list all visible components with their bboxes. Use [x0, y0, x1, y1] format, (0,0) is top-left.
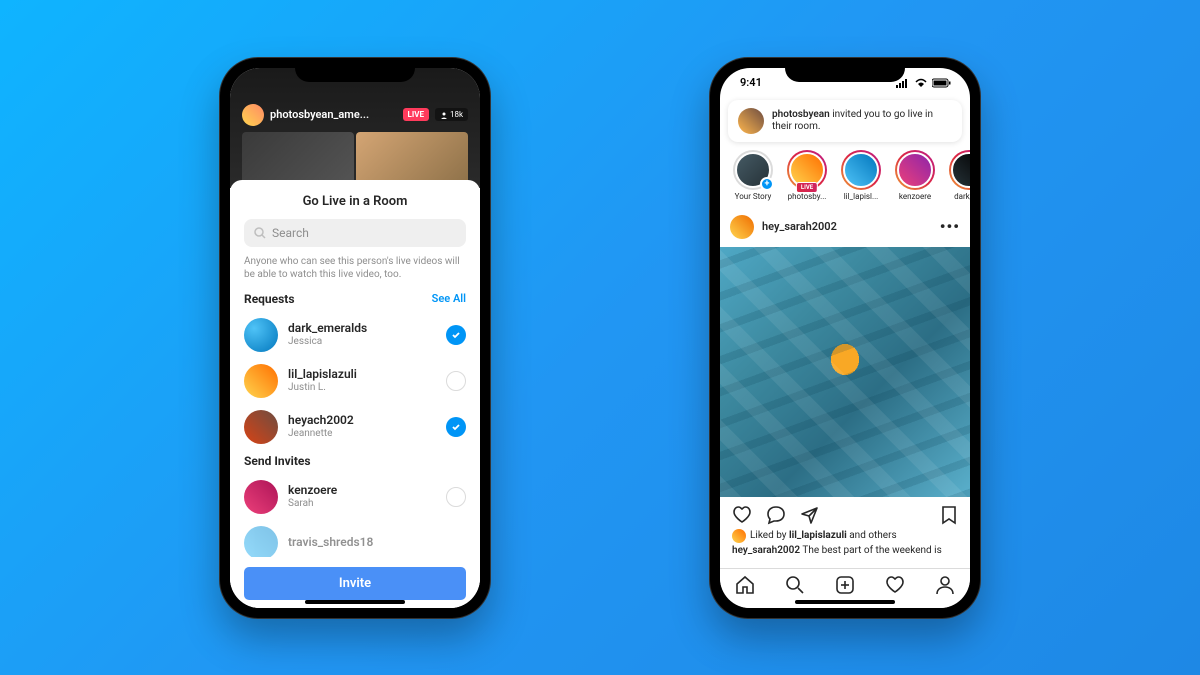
select-checkbox[interactable]	[446, 371, 466, 391]
search-tab-icon[interactable]	[784, 574, 806, 596]
story-item[interactable]: kenzoere	[892, 150, 938, 201]
your-story[interactable]: + Your Story	[730, 150, 776, 201]
home-indicator[interactable]	[795, 600, 895, 604]
profile-tab-icon[interactable]	[934, 574, 956, 596]
post-author-avatar[interactable]	[730, 215, 754, 239]
notification-text: photosbyean invited you to go live in th…	[772, 109, 952, 133]
user-avatar	[244, 480, 278, 514]
comment-icon[interactable]	[766, 505, 786, 525]
bookmark-icon[interactable]	[940, 505, 958, 525]
stories-tray[interactable]: + Your Story LIVE photosby... lil_lapisl…	[720, 148, 970, 207]
search-input[interactable]: Search	[244, 219, 466, 247]
request-row[interactable]: dark_emeraldsJessica	[244, 312, 466, 358]
create-tab-icon[interactable]	[834, 574, 856, 596]
go-live-sheet: Go Live in a Room Search Anyone who can …	[230, 180, 480, 608]
post-actions	[720, 497, 970, 529]
activity-tab-icon[interactable]	[884, 574, 906, 596]
user-avatar	[244, 526, 278, 560]
invite-username: kenzoere	[288, 484, 436, 498]
sheet-title: Go Live in a Room	[244, 194, 466, 209]
invite-button[interactable]: Invite	[244, 567, 466, 600]
request-username: dark_emeralds	[288, 322, 436, 336]
post-image[interactable]	[720, 247, 970, 497]
post-likes[interactable]: Liked by lil_lapislazuli and others	[720, 529, 970, 543]
like-icon[interactable]	[732, 505, 752, 525]
see-all-link[interactable]: See All	[432, 292, 466, 305]
user-avatar	[244, 318, 278, 352]
request-fullname: Justin L.	[288, 382, 436, 393]
home-indicator[interactable]	[305, 600, 405, 604]
invite-fullname: Sarah	[288, 498, 436, 509]
story-item[interactable]: dark_e...	[946, 150, 970, 201]
live-badge: LIVE	[796, 182, 818, 193]
home-tab-icon[interactable]	[734, 574, 756, 596]
share-icon[interactable]	[800, 505, 820, 525]
live-host-avatar[interactable]	[242, 104, 264, 126]
live-invite-notification[interactable]: photosbyean invited you to go live in th…	[728, 100, 962, 142]
section-invites-title: Send Invites	[244, 454, 311, 468]
battery-icon	[932, 78, 952, 88]
request-row[interactable]: heyach2002Jeannette	[244, 404, 466, 450]
request-fullname: Jessica	[288, 336, 436, 347]
post-header: hey_sarah2002 •••	[720, 207, 970, 247]
live-badge: LIVE	[403, 108, 429, 121]
notification-avatar	[738, 108, 764, 134]
phone-left: 9:41 photosbyean_ame... LIVE 18k Go Live…	[220, 58, 490, 618]
request-username: heyach2002	[288, 414, 436, 428]
viewer-count: 18k	[435, 108, 468, 121]
phone-notch	[295, 58, 415, 82]
post-author-username[interactable]: hey_sarah2002	[762, 220, 932, 233]
search-icon	[254, 227, 266, 239]
disclaimer-text: Anyone who can see this person's live vi…	[244, 255, 466, 282]
invite-row[interactable]: kenzoereSarah	[244, 474, 466, 520]
select-checkbox[interactable]	[446, 487, 466, 507]
add-story-icon: +	[760, 177, 774, 191]
post-caption[interactable]: hey_sarah2002 The best part of the weeke…	[720, 543, 970, 556]
live-video-header: photosbyean_ame... LIVE 18k	[230, 68, 480, 188]
liker-avatar	[732, 529, 746, 543]
story-item[interactable]: lil_lapisl...	[838, 150, 884, 201]
request-fullname: Jeannette	[288, 428, 436, 439]
user-avatar	[244, 364, 278, 398]
section-requests-title: Requests	[244, 292, 295, 306]
user-avatar	[244, 410, 278, 444]
live-host-username[interactable]: photosbyean_ame...	[270, 108, 369, 121]
phone-notch	[785, 58, 905, 82]
invite-username: travis_shreds18	[288, 536, 466, 550]
search-placeholder: Search	[272, 226, 309, 240]
request-row[interactable]: lil_lapislazuliJustin L.	[244, 358, 466, 404]
post-more-icon[interactable]: •••	[940, 217, 960, 236]
wifi-icon	[914, 78, 928, 88]
phone-right: 9:41 photosbyean invited you to go live …	[710, 58, 980, 618]
story-item[interactable]: LIVE photosby...	[784, 150, 830, 201]
select-checkbox[interactable]	[446, 325, 466, 345]
status-time: 9:41	[740, 76, 762, 89]
request-username: lil_lapislazuli	[288, 368, 436, 382]
select-checkbox[interactable]	[446, 417, 466, 437]
